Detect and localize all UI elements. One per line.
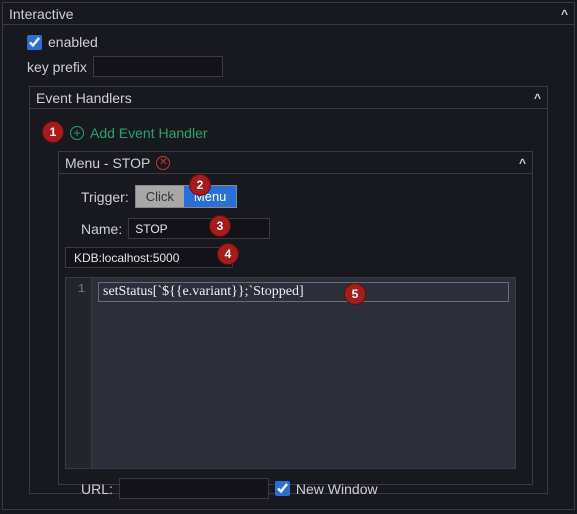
url-input[interactable] bbox=[119, 478, 269, 499]
name-row: Name: 3 bbox=[81, 215, 516, 242]
interactive-panel: Interactive ^ enabled key prefix Event H… bbox=[2, 2, 575, 510]
new-window-checkbox[interactable] bbox=[275, 481, 290, 496]
code-gutter: 1 bbox=[66, 278, 92, 468]
annotation-3: 3 bbox=[209, 215, 231, 237]
trigger-row: Trigger: Click Menu 2 bbox=[81, 182, 516, 211]
collapse-icon[interactable]: ^ bbox=[561, 7, 568, 21]
enabled-row: enabled bbox=[27, 31, 550, 53]
enabled-label: enabled bbox=[48, 34, 98, 50]
annotation-4: 4 bbox=[217, 243, 239, 265]
url-label: URL: bbox=[81, 481, 113, 497]
new-window-label: New Window bbox=[296, 481, 378, 497]
datasource-row: KDB:localhost:5000 4 bbox=[65, 244, 516, 271]
key-prefix-label: key prefix bbox=[27, 59, 87, 75]
key-prefix-row: key prefix bbox=[27, 53, 550, 80]
trigger-label: Trigger: bbox=[81, 189, 129, 205]
code-line[interactable]: setStatus[`${{e.variant}};`Stopped] bbox=[98, 282, 509, 302]
collapse-icon[interactable]: ^ bbox=[534, 91, 541, 105]
event-handler-panel: Menu - STOP ✕ ^ Trigger: Click Menu bbox=[58, 151, 533, 485]
annotation-5: 5 bbox=[344, 283, 366, 305]
add-event-handler-label: Add Event Handler bbox=[90, 125, 208, 141]
line-number: 1 bbox=[66, 282, 85, 296]
event-handlers-panel: Event Handlers ^ 1 + Add Event Handler M… bbox=[29, 86, 548, 494]
plus-circle-icon: + bbox=[70, 126, 84, 140]
code-content[interactable]: setStatus[`${{e.variant}};`Stopped] bbox=[92, 278, 515, 468]
event-handlers-header[interactable]: Event Handlers ^ bbox=[30, 87, 547, 109]
event-handler-title: Menu - STOP bbox=[65, 155, 150, 171]
key-prefix-input[interactable] bbox=[93, 56, 223, 77]
url-row: URL: New Window bbox=[81, 475, 516, 502]
interactive-header[interactable]: Interactive ^ bbox=[3, 3, 574, 25]
delete-handler-icon[interactable]: ✕ bbox=[156, 156, 170, 170]
event-handler-header[interactable]: Menu - STOP ✕ ^ bbox=[59, 152, 532, 174]
collapse-icon[interactable]: ^ bbox=[519, 156, 526, 170]
code-editor[interactable]: 1 setStatus[`${{e.variant}};`Stopped] 5 bbox=[65, 277, 516, 469]
annotation-2: 2 bbox=[189, 174, 211, 196]
event-handlers-title: Event Handlers bbox=[36, 90, 132, 106]
trigger-option-click[interactable]: Click bbox=[136, 186, 184, 207]
trigger-toggle[interactable]: Click Menu bbox=[135, 185, 238, 208]
datasource-select[interactable]: KDB:localhost:5000 bbox=[65, 247, 233, 268]
name-input[interactable] bbox=[128, 218, 270, 239]
add-event-handler-button[interactable]: + Add Event Handler bbox=[70, 115, 535, 147]
interactive-title: Interactive bbox=[9, 6, 74, 22]
name-label: Name: bbox=[81, 221, 122, 237]
annotation-1: 1 bbox=[42, 121, 64, 143]
enabled-checkbox[interactable] bbox=[27, 35, 42, 50]
